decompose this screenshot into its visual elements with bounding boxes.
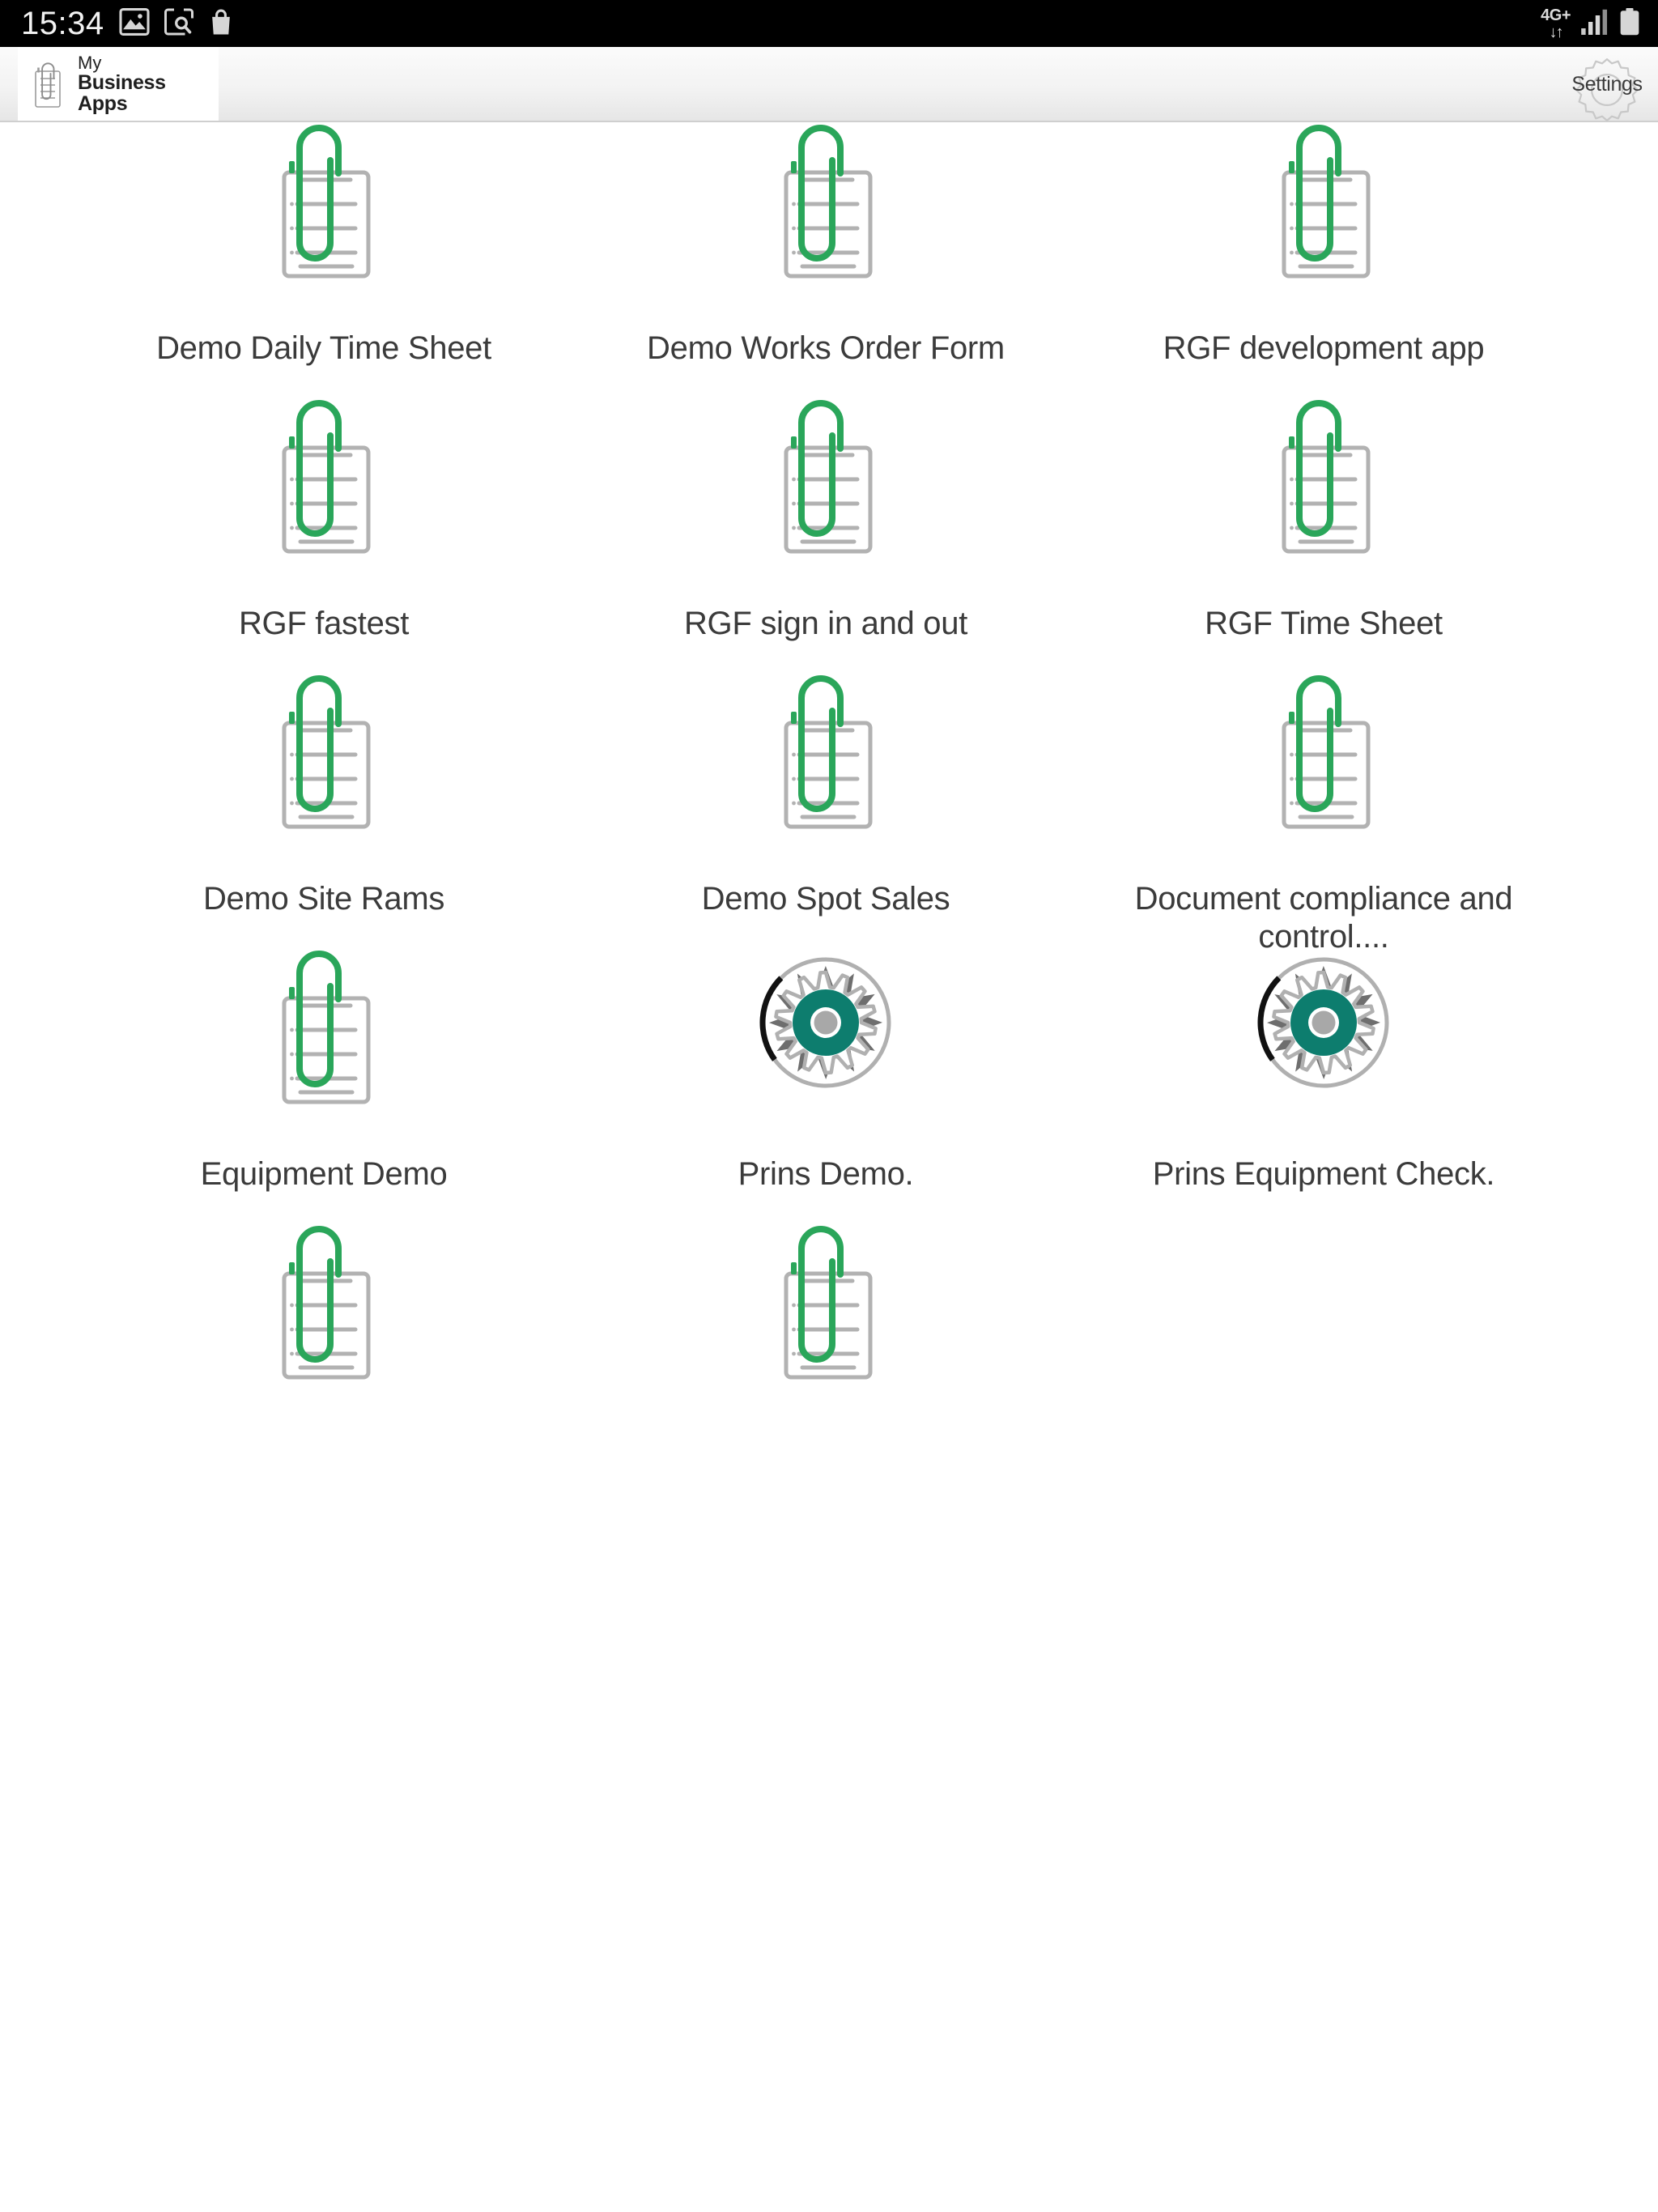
app-tile-label: RGF Time Sheet [1205, 606, 1443, 641]
app-tile-label: Demo Daily Time Sheet [156, 330, 491, 366]
shopping-bag-icon [208, 8, 234, 40]
paperclip-document-icon[interactable] [243, 122, 405, 325]
app-tile[interactable] [623, 1223, 1028, 1431]
app-tile[interactable]: Document compliance and control.... [1121, 673, 1526, 956]
app-tile-label: RGF development app [1163, 330, 1485, 366]
app-tile-label: Prins Demo. [738, 1156, 914, 1192]
app-tile-label: Equipment Demo [200, 1156, 448, 1192]
gear-arc-icon[interactable] [1243, 948, 1405, 1151]
app-tile-label: Demo Site Rams [202, 881, 445, 917]
brand-line-2: Business Apps [78, 70, 166, 116]
app-tile[interactable]: RGF sign in and out [623, 398, 1028, 643]
battery-icon [1619, 7, 1640, 40]
gear-arc-icon[interactable] [745, 948, 907, 1151]
app-tile[interactable]: Demo Works Order Form [623, 122, 1028, 368]
app-grid: Demo Daily Time Sheet Demo Works Order F… [0, 122, 1658, 2212]
app-tile-label: Demo Spot Sales [701, 881, 950, 917]
app-tile-label: Prins Equipment Check. [1152, 1156, 1495, 1192]
paperclip-document-icon[interactable] [745, 398, 907, 600]
status-bar: 15:34 4G+ ↓↑ [0, 0, 1658, 47]
paperclip-document-icon [29, 57, 68, 111]
app-tile[interactable]: Demo Spot Sales [623, 673, 1028, 918]
app-tile[interactable]: RGF fastest [121, 398, 526, 643]
brand-logo-text: My Business Apps [78, 53, 219, 115]
network-transfer-arrows: ↓↑ [1549, 23, 1564, 41]
brand-line-1: My [78, 52, 102, 73]
app-tile[interactable]: Demo Site Rams [121, 673, 526, 918]
brand-logo-tab[interactable]: My Business Apps [18, 47, 219, 121]
image-icon [119, 7, 150, 40]
paperclip-document-icon[interactable] [1243, 398, 1405, 600]
app-tile[interactable]: Prins Demo. [623, 948, 1028, 1193]
paperclip-document-icon[interactable] [243, 398, 405, 600]
app-root: 15:34 4G+ ↓↑ My Business Apps Settings D… [0, 0, 1658, 2212]
app-tile[interactable]: Equipment Demo [121, 948, 526, 1193]
app-tile[interactable]: Demo Daily Time Sheet [121, 122, 526, 368]
app-tile-label: Document compliance and control.... [1134, 881, 1513, 955]
screenshot-search-icon [164, 8, 193, 40]
status-bar-clock: 15:34 [21, 6, 104, 41]
paperclip-document-icon[interactable] [745, 673, 907, 875]
app-tile[interactable]: RGF Time Sheet [1121, 398, 1526, 643]
paperclip-document-icon[interactable] [243, 673, 405, 875]
paperclip-document-icon[interactable] [243, 948, 405, 1151]
paperclip-document-icon[interactable] [1243, 122, 1405, 325]
app-tile-label: RGF sign in and out [683, 606, 968, 641]
network-type-indicator: 4G+ ↓↑ [1541, 7, 1571, 40]
settings-button[interactable]: Settings [1562, 52, 1652, 121]
paperclip-document-icon[interactable] [745, 1223, 907, 1426]
app-tile-label: Demo Works Order Form [647, 330, 1005, 366]
status-bar-right: 4G+ ↓↑ [1541, 7, 1640, 40]
app-tile-label: RGF fastest [238, 606, 410, 641]
app-tile[interactable]: Prins Equipment Check. [1121, 948, 1526, 1193]
network-type-label: 4G+ [1541, 6, 1571, 24]
paperclip-document-icon[interactable] [243, 1223, 405, 1426]
paperclip-document-icon[interactable] [745, 122, 907, 325]
status-bar-left: 15:34 [21, 7, 234, 40]
app-tile[interactable]: RGF development app [1121, 122, 1526, 368]
app-header: My Business Apps Settings [0, 47, 1658, 122]
app-tile[interactable] [121, 1223, 526, 1431]
signal-bars-icon [1580, 9, 1609, 39]
paperclip-document-icon[interactable] [1243, 673, 1405, 875]
settings-label: Settings [1571, 72, 1643, 96]
